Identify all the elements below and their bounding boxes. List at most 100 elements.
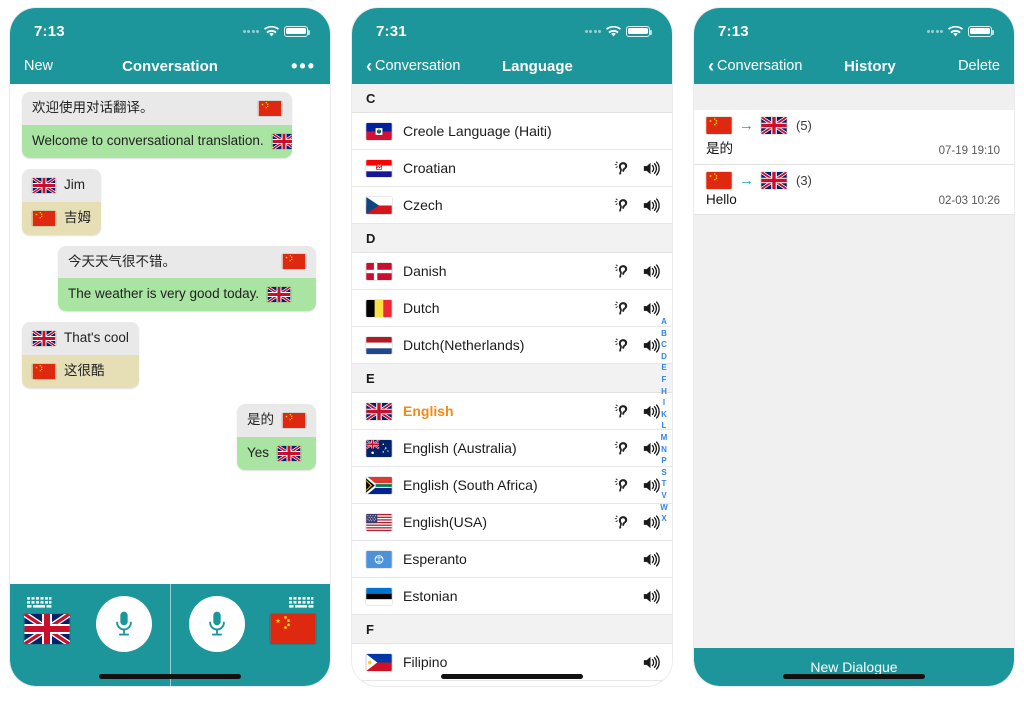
flag-gb xyxy=(366,402,392,420)
index-letter-B[interactable]: B xyxy=(661,328,667,340)
back-button[interactable]: ‹ Conversation xyxy=(366,57,460,75)
flag-gb xyxy=(277,445,302,461)
speaker-icon[interactable] xyxy=(641,587,660,606)
language-row-icons xyxy=(614,336,660,355)
microphone-button-right[interactable] xyxy=(188,596,245,652)
ear-listen-icon[interactable] xyxy=(614,439,633,458)
chevron-left-icon: ‹ xyxy=(708,56,714,76)
flag-ph xyxy=(366,653,392,671)
cellular-signal-icon xyxy=(584,29,601,33)
index-letter-A[interactable]: A xyxy=(661,316,667,328)
message-bubble-jim[interactable]: Jim 吉姆 xyxy=(22,168,101,235)
flag-cz xyxy=(366,196,392,214)
index-letter-W[interactable]: W xyxy=(660,502,668,514)
index-letter-T[interactable]: T xyxy=(662,478,667,490)
language-row[interactable]: Creole Language (Haiti) xyxy=(352,113,672,150)
status-time: 7:13 xyxy=(34,22,65,40)
history-item[interactable]: → (5) 是的 07-19 19:10 xyxy=(694,110,1014,165)
language-row[interactable]: Dutch(Netherlands) xyxy=(352,327,672,364)
speaker-icon[interactable] xyxy=(641,262,660,281)
language-row-icons xyxy=(614,262,660,281)
speaker-icon[interactable] xyxy=(641,299,660,318)
history-preview-text: 是的 xyxy=(706,141,733,156)
language-row[interactable]: Dutch xyxy=(352,290,672,327)
speaker-icon[interactable] xyxy=(641,196,660,215)
ear-listen-icon[interactable] xyxy=(614,196,633,215)
ear-listen-icon[interactable] xyxy=(614,159,633,178)
index-letter-V[interactable]: V xyxy=(661,490,666,502)
speaker-icon[interactable] xyxy=(641,550,660,569)
language-name: English xyxy=(403,403,454,419)
delete-button[interactable]: Delete xyxy=(958,58,1000,74)
language-row[interactable]: English (Australia) xyxy=(352,430,672,467)
bubble-tail xyxy=(291,108,292,122)
language-row[interactable]: English xyxy=(352,393,672,430)
bubble-text: That's cool xyxy=(64,330,129,346)
bubble-line: Welcome to conversational translation. xyxy=(22,124,292,158)
new-dialogue-button[interactable]: New Dialogue xyxy=(694,648,1014,686)
status-bar: 7:31 xyxy=(352,8,672,48)
history-list[interactable]: → (5) 是的 07-19 19:10 → (3) Hello 02-03 10:26 Ne… xyxy=(694,84,1014,686)
index-letter-P[interactable]: P xyxy=(661,455,666,467)
speaker-icon[interactable] xyxy=(641,159,660,178)
conversation-message-list[interactable]: 欢迎使用对话翻译。 Welcome to conversational trans… xyxy=(10,84,330,584)
new-button[interactable]: New xyxy=(24,58,53,74)
index-letter-F[interactable]: F xyxy=(662,374,667,386)
ear-listen-icon[interactable] xyxy=(614,262,633,281)
ear-listen-icon[interactable] xyxy=(614,476,633,495)
ear-listen-icon[interactable] xyxy=(614,336,633,355)
speaker-icon[interactable] xyxy=(641,653,660,672)
toolbar-right-flag-cn[interactable] xyxy=(270,614,316,644)
language-row[interactable]: Danish xyxy=(352,253,672,290)
battery-icon xyxy=(626,25,653,37)
message-bubble-weather[interactable]: 今天天气很不错。 The weather is very good today. xyxy=(58,245,316,312)
language-row[interactable]: English(USA) xyxy=(352,504,672,541)
language-row[interactable]: English (South Africa) xyxy=(352,467,672,504)
home-indicator xyxy=(783,674,925,679)
more-options-button[interactable]: ••• xyxy=(291,57,316,75)
status-indicators xyxy=(926,25,995,37)
index-letter-N[interactable]: N xyxy=(661,444,667,456)
keyboard-icon[interactable] xyxy=(26,596,52,610)
ear-listen-icon[interactable] xyxy=(614,299,633,318)
bubble-tail xyxy=(315,438,316,452)
index-letter-D[interactable]: D xyxy=(661,351,667,363)
language-list[interactable]: C Creole Language (Haiti) Croatian Czech D Da… xyxy=(352,84,672,686)
microphone-button-left[interactable] xyxy=(95,596,152,652)
status-indicators xyxy=(584,25,653,37)
language-row[interactable]: Estonian xyxy=(352,578,672,615)
index-letter-S[interactable]: S xyxy=(661,467,666,479)
bubble-tail xyxy=(315,261,316,276)
index-letter-M[interactable]: M xyxy=(661,432,668,444)
history-message-count: (5) xyxy=(796,118,812,133)
flag-cn xyxy=(282,412,306,428)
message-bubble-welcome[interactable]: 欢迎使用对话翻译。 Welcome to conversational trans… xyxy=(22,92,292,158)
history-item[interactable]: → (3) Hello 02-03 10:26 xyxy=(694,165,1014,215)
language-row[interactable]: Esperanto xyxy=(352,541,672,578)
index-letter-K[interactable]: K xyxy=(661,409,667,421)
keyboard-icon[interactable] xyxy=(288,596,314,610)
bubble-text: 欢迎使用对话翻译。 xyxy=(32,100,154,115)
language-name: English (Australia) xyxy=(403,440,517,456)
phone-screen-language: 7:31 ‹ Conversation Language C Creole Lan… xyxy=(352,8,672,686)
ear-listen-icon[interactable] xyxy=(614,513,633,532)
language-name: Danish xyxy=(403,263,447,279)
language-row[interactable]: Czech xyxy=(352,187,672,224)
index-letter-E[interactable]: E xyxy=(661,362,666,374)
index-letter-H[interactable]: H xyxy=(661,386,667,398)
back-button-label: Conversation xyxy=(717,58,803,74)
index-letter-I[interactable]: I xyxy=(663,397,665,409)
index-letter-C[interactable]: C xyxy=(661,339,667,351)
alphabet-index-scrubber[interactable]: ABCDEFHIKLMNPSTVWX xyxy=(658,316,670,525)
index-letter-L[interactable]: L xyxy=(662,420,667,432)
flag-gb xyxy=(32,177,56,193)
back-button[interactable]: ‹ Conversation xyxy=(708,57,802,75)
ear-listen-icon[interactable] xyxy=(614,402,633,421)
index-letter-X[interactable]: X xyxy=(661,513,666,525)
language-row[interactable]: Croatian xyxy=(352,150,672,187)
message-bubble-yes[interactable]: 是的 Yes xyxy=(237,404,316,470)
message-bubble-thats-cool[interactable]: That's cool 这很酷 xyxy=(22,322,139,388)
message-row: 今天天气很不错。 The weather is very good today. xyxy=(10,245,330,312)
flag-ee xyxy=(366,587,392,605)
toolbar-left-flag-gb[interactable] xyxy=(24,614,70,644)
